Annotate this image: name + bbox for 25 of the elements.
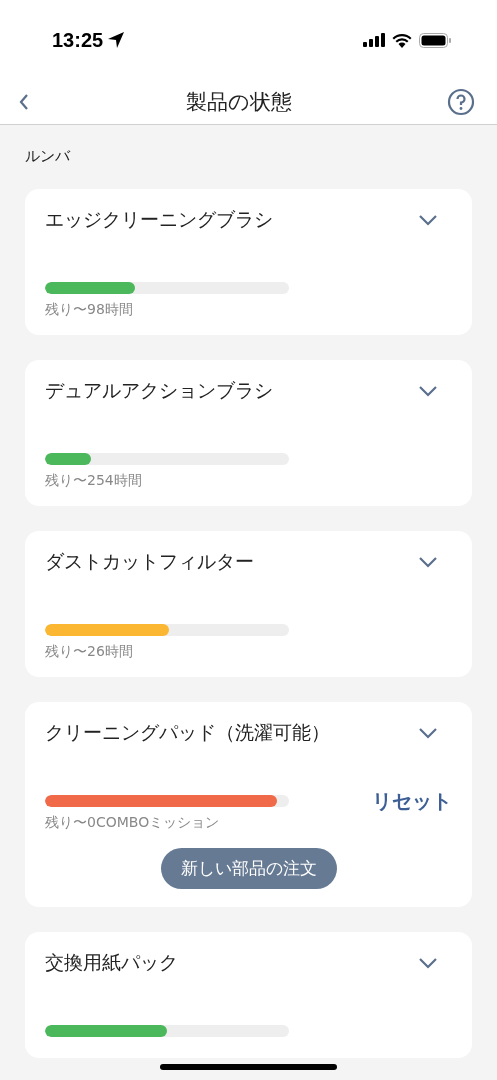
chevron-icon[interactable]: [418, 957, 438, 969]
part-name: ダストカットフィルター: [45, 549, 254, 574]
signal-icon: [363, 33, 385, 47]
location-arrow-icon: [107, 31, 126, 49]
part-name: デュアルアクションブラシ: [45, 378, 273, 403]
battery-icon: [419, 32, 451, 48]
remaining-text: 残り〜0COMBOミッション: [45, 814, 221, 832]
remaining-text: 残り〜98時間: [45, 301, 134, 319]
back-icon[interactable]: [18, 93, 30, 111]
order-button[interactable]: 新しい部品の注文: [160, 848, 337, 889]
remaining-text: 残り〜26時間: [45, 643, 134, 661]
chevron-icon[interactable]: [418, 214, 438, 226]
section-label: ルンバ: [25, 147, 72, 166]
help-icon[interactable]: [447, 88, 475, 116]
reset-link[interactable]: リセット: [372, 787, 452, 815]
part-name: 交換用紙パック: [45, 950, 178, 975]
wifi-icon: [392, 32, 412, 48]
status-time: 13:25: [52, 28, 104, 52]
part-name: クリーニングパッド（洗濯可能）: [45, 720, 330, 745]
page-title: 製品の状態: [185, 89, 292, 116]
chevron-icon[interactable]: [418, 727, 438, 739]
chevron-icon[interactable]: [418, 385, 438, 397]
chevron-icon[interactable]: [418, 556, 438, 568]
part-name: エッジクリーニングブラシ: [45, 207, 273, 232]
remaining-text: 残り〜254時間: [45, 472, 143, 490]
